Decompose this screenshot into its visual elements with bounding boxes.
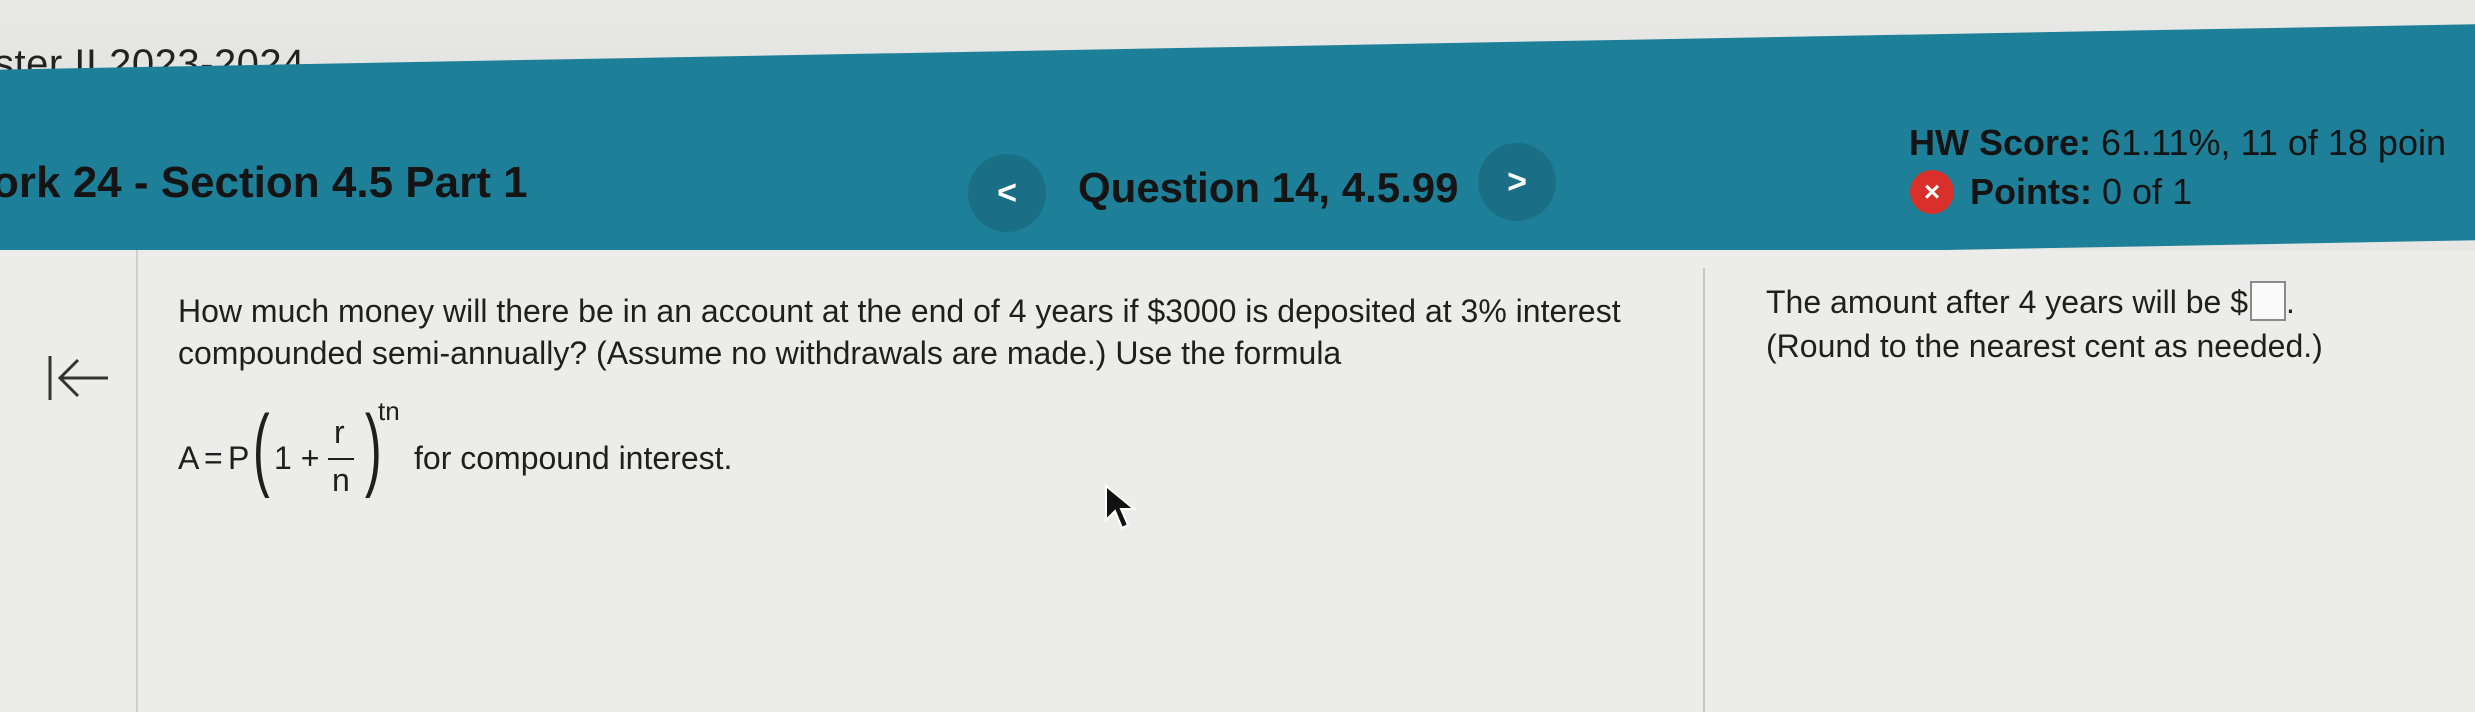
hw-score-label: HW Score:: [1909, 122, 2092, 163]
panel-divider[interactable]: [1703, 268, 1705, 712]
next-question-button[interactable]: >: [1478, 143, 1556, 221]
question-text: How much money will there be in an accou…: [178, 293, 1621, 371]
formula-lhs: A: [178, 440, 200, 476]
formula-one-plus: 1 +: [274, 440, 320, 476]
formula-principal: P: [228, 440, 250, 476]
hw-score-value: 61.11%, 11 of 18 poin: [2101, 122, 2446, 163]
formula-denominator: n: [332, 462, 350, 498]
formula-equals: =: [204, 440, 223, 476]
hw-score: HW Score: 61.11%, 11 of 18 poin: [1909, 122, 2446, 164]
rounding-hint: (Round to the nearest cent as needed.): [1766, 328, 2323, 364]
formula-suffix: for compound interest.: [414, 440, 733, 476]
formula-left-paren: (: [252, 397, 270, 499]
chevron-left-icon: <: [997, 173, 1017, 212]
answer-area: The amount after 4 years will be $. (Rou…: [1766, 280, 2446, 368]
incorrect-x-icon: ×: [1910, 170, 1954, 214]
homework-title: ork 24 - Section 4.5 Part 1: [0, 158, 528, 207]
formula-exponent: tn: [378, 396, 400, 426]
points-label: Points:: [1970, 171, 2092, 212]
chevron-right-icon: >: [1507, 162, 1527, 201]
points-value: 0 of 1: [2102, 171, 2193, 212]
left-gutter: [0, 250, 138, 712]
mouse-cursor-icon: [1105, 484, 1137, 530]
previous-question-button[interactable]: <: [968, 154, 1046, 232]
question-number: Question 14, 4.5.99: [1078, 164, 1459, 211]
formula-fraction-bar: [328, 458, 354, 460]
points-status: × Points: 0 of 1: [1910, 170, 2192, 214]
answer-input[interactable]: [2250, 281, 2287, 321]
collapse-panel-icon[interactable]: [44, 350, 114, 406]
answer-suffix: .: [2286, 284, 2295, 320]
formula-numerator: r: [334, 414, 345, 450]
answer-prefix: The amount after 4 years will be $: [1766, 284, 2249, 320]
